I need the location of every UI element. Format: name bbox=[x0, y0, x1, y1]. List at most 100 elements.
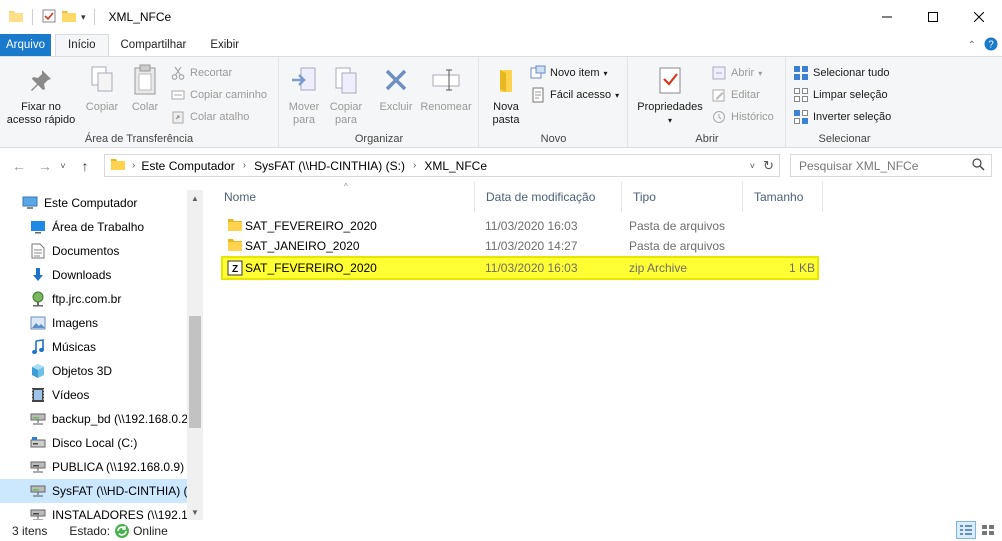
nav-item-ftp[interactable]: ftp.jrc.com.br bbox=[0, 287, 188, 311]
ribbon-tabs: Arquivo Início Compartilhar Exibir ⌃ ? bbox=[0, 34, 1002, 57]
new-item-button[interactable]: Novo item ▾ bbox=[530, 63, 608, 83]
nav-item-downloads[interactable]: Downloads bbox=[0, 263, 188, 287]
rename-button[interactable]: Renomear bbox=[418, 63, 474, 114]
properties-icon bbox=[654, 63, 686, 97]
tab-view[interactable]: Exibir bbox=[198, 34, 251, 57]
nav-pane-scrollbar[interactable]: ▲ ▼ bbox=[187, 190, 203, 520]
paste-shortcut-icon bbox=[170, 109, 186, 125]
paste-button[interactable]: Colar bbox=[126, 63, 164, 114]
up-arrow-icon: ↑ bbox=[81, 158, 89, 174]
history-icon bbox=[711, 109, 727, 125]
recent-locations-button[interactable]: ˅ bbox=[56, 155, 70, 177]
history-button[interactable]: Histórico bbox=[711, 107, 774, 127]
column-header-modified[interactable]: Data de modificação bbox=[475, 182, 622, 212]
nav-item-backup-bd[interactable]: backup_bd (\\192.168.0.20 bbox=[0, 407, 188, 431]
tab-share[interactable]: Compartilhar bbox=[109, 34, 199, 57]
status-bar: 3 itens Estado: Online bbox=[0, 520, 1002, 541]
pin-quick-access-button[interactable]: Fixar no acesso rápido bbox=[4, 63, 78, 127]
nav-item-publica[interactable]: PUBLICA (\\192.168.0.9) (I bbox=[0, 455, 188, 479]
folder-icon bbox=[110, 156, 126, 175]
nav-item-documents[interactable]: Documentos bbox=[0, 239, 188, 263]
help-icon[interactable]: ? bbox=[984, 37, 998, 54]
easy-access-button[interactable]: Fácil acesso ▾ bbox=[530, 85, 619, 105]
select-group: Selecionar tudo Limpar seleção Inverter … bbox=[787, 57, 902, 147]
ribbon: Fixar no acesso rápido Copiar Colar Reco… bbox=[0, 56, 1002, 148]
edit-button[interactable]: Editar bbox=[711, 85, 760, 105]
collapse-ribbon-icon[interactable]: ⌃ bbox=[968, 40, 976, 51]
large-icons-view-button[interactable] bbox=[978, 521, 998, 539]
address-bar[interactable]: › Este Computador › SysFAT (\\HD-CINTHIA… bbox=[104, 154, 780, 177]
maximize-button[interactable] bbox=[910, 0, 956, 34]
scroll-up-icon[interactable]: ▲ bbox=[187, 190, 203, 206]
close-button[interactable] bbox=[956, 0, 1002, 34]
move-to-button[interactable]: Mover para bbox=[284, 63, 324, 127]
refresh-icon[interactable]: ↻ bbox=[763, 158, 774, 174]
minimize-button[interactable] bbox=[864, 0, 910, 34]
downloads-icon bbox=[30, 267, 46, 283]
properties-icon[interactable] bbox=[41, 8, 57, 27]
column-header-name[interactable]: Nome bbox=[213, 182, 475, 212]
chevron-right-icon: › bbox=[242, 160, 247, 171]
copy-path-button[interactable]: Copiar caminho bbox=[170, 85, 267, 105]
tab-file[interactable]: Arquivo bbox=[0, 34, 51, 57]
open-group: Propriedades ▾ Abrir ▾ Editar Histórico … bbox=[629, 57, 786, 147]
scrollbar-thumb[interactable] bbox=[189, 316, 201, 428]
search-icon bbox=[972, 157, 985, 174]
file-name: SAT_JANEIRO_2020 bbox=[245, 239, 360, 253]
forward-button[interactable]: → bbox=[34, 155, 56, 177]
close-icon bbox=[974, 12, 984, 22]
open-button[interactable]: Abrir ▾ bbox=[711, 63, 762, 83]
select-none-button[interactable]: Limpar seleção bbox=[793, 85, 888, 105]
edit-icon bbox=[711, 87, 727, 103]
file-row[interactable]: SAT_FEVEREIRO_2020 11/03/2020 16:03 Past… bbox=[221, 215, 819, 237]
maximize-icon bbox=[928, 12, 938, 22]
network-drive-icon bbox=[30, 483, 46, 499]
address-dropdown-icon[interactable]: ˅ bbox=[750, 161, 755, 171]
nav-item-3d-objects[interactable]: Objetos 3D bbox=[0, 359, 188, 383]
column-header-size[interactable]: Tamanho bbox=[743, 182, 823, 212]
properties-button[interactable]: Propriedades ▾ bbox=[633, 63, 707, 127]
invert-selection-button[interactable]: Inverter seleção bbox=[793, 107, 891, 127]
tab-home[interactable]: Início bbox=[55, 34, 109, 57]
nav-item-pictures[interactable]: Imagens bbox=[0, 311, 188, 335]
nav-item-music[interactable]: Músicas bbox=[0, 335, 188, 359]
new-folder-button[interactable]: Nova pasta bbox=[486, 63, 526, 127]
view-toggle bbox=[956, 521, 998, 539]
paste-shortcut-button[interactable]: Colar atalho bbox=[170, 107, 249, 127]
customize-qat-icon[interactable]: ▾ bbox=[81, 12, 86, 23]
column-header-type[interactable]: Tipo bbox=[622, 182, 743, 212]
nav-item-this-pc[interactable]: Este Computador bbox=[0, 191, 188, 215]
copy-button[interactable]: Copiar bbox=[82, 63, 122, 114]
breadcrumb-this-pc[interactable]: Este Computador bbox=[141, 159, 234, 173]
breadcrumb-current-folder[interactable]: XML_NFCe bbox=[424, 159, 487, 173]
file-modified: 11/03/2020 14:27 bbox=[485, 239, 578, 253]
back-button[interactable]: ← bbox=[8, 155, 30, 177]
new-folder-icon[interactable] bbox=[61, 8, 77, 27]
file-name: SAT_FEVEREIRO_2020 bbox=[245, 219, 377, 233]
folder-icon bbox=[227, 238, 243, 255]
nav-item-instaladores[interactable]: INSTALADORES (\\192.168. bbox=[0, 503, 188, 520]
file-modified: 11/03/2020 16:03 bbox=[485, 219, 578, 233]
chevron-right-icon: › bbox=[412, 160, 417, 171]
cut-button[interactable]: Recortar bbox=[170, 63, 232, 83]
copy-to-button[interactable]: Copiar para bbox=[326, 63, 366, 127]
nav-item-local-disk[interactable]: Disco Local (C:) bbox=[0, 431, 188, 455]
nav-item-videos[interactable]: Vídeos bbox=[0, 383, 188, 407]
nav-item-desktop[interactable]: Área de Trabalho bbox=[0, 215, 188, 239]
scroll-down-icon[interactable]: ▼ bbox=[187, 504, 203, 520]
local-disk-icon bbox=[30, 435, 46, 451]
folder-icon bbox=[8, 8, 24, 27]
select-all-button[interactable]: Selecionar tudo bbox=[793, 63, 889, 83]
forward-arrow-icon: → bbox=[38, 158, 52, 174]
search-input[interactable]: Pesquisar XML_NFCe bbox=[790, 154, 992, 177]
file-row-highlighted[interactable]: Z SAT_FEVEREIRO_2020 11/03/2020 16:03 zi… bbox=[221, 256, 819, 280]
delete-button[interactable]: Excluir bbox=[376, 63, 416, 114]
file-row[interactable]: SAT_JANEIRO_2020 11/03/2020 14:27 Pasta … bbox=[221, 235, 819, 257]
nav-item-sysfat[interactable]: SysFAT (\\HD-CINTHIA) (S: bbox=[0, 479, 188, 503]
dropdown-arrow-icon: ▾ bbox=[603, 68, 608, 78]
details-view-button[interactable] bbox=[956, 521, 976, 539]
up-button[interactable]: ↑ bbox=[74, 155, 96, 177]
dropdown-arrow-icon: ▾ bbox=[667, 116, 672, 125]
breadcrumb-drive[interactable]: SysFAT (\\HD-CINTHIA) (S:) bbox=[254, 159, 405, 173]
new-item-icon bbox=[530, 65, 546, 81]
